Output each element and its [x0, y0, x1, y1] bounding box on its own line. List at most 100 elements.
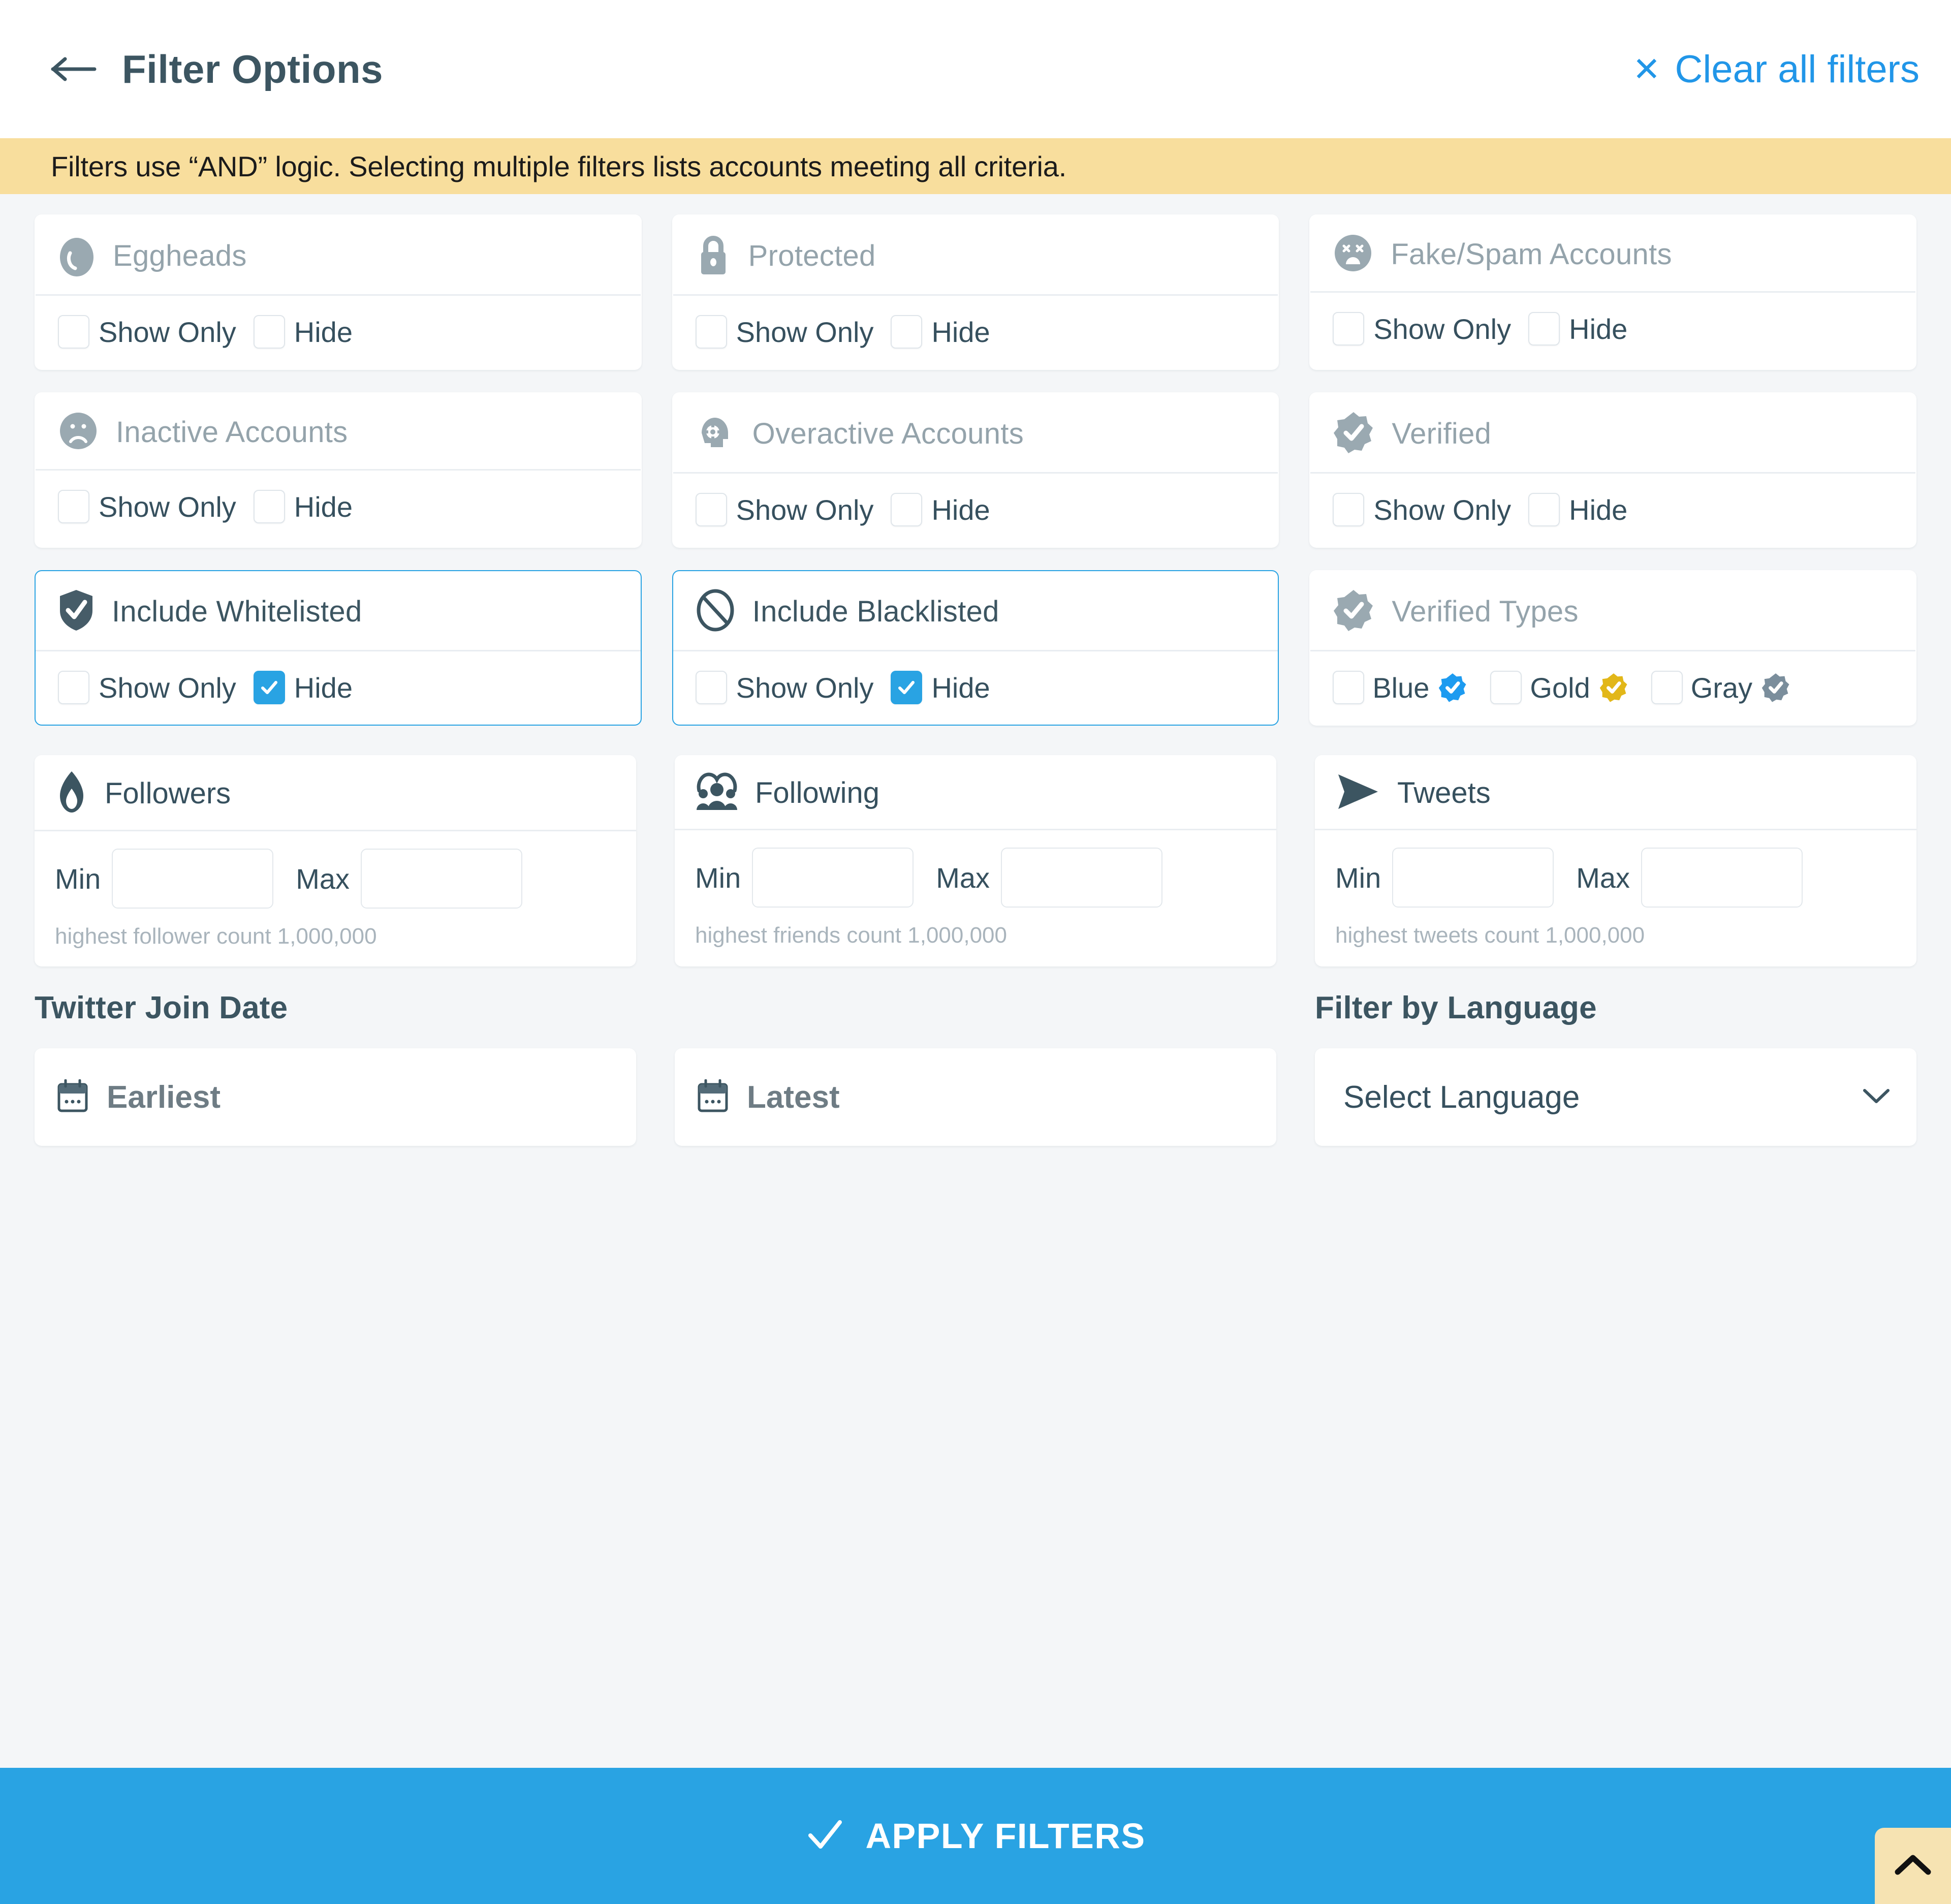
filter-card-title: Include Whitelisted — [112, 595, 362, 629]
clear-all-filters-button[interactable]: ✕ Clear all filters — [1632, 47, 1919, 91]
tweets-max-input[interactable] — [1641, 848, 1803, 908]
hide-group[interactable]: Hide — [254, 315, 353, 349]
language-select[interactable]: Select Language — [1315, 1048, 1916, 1146]
show-only-group[interactable]: Show Only — [696, 315, 874, 349]
apply-filters-button[interactable]: APPLY FILTERS — [0, 1768, 1951, 1904]
count-card-body: Min Max — [675, 830, 1276, 911]
followers-hint: highest follower count 1,000,000 — [35, 912, 636, 966]
calendar-icon — [697, 1079, 729, 1115]
verified-type-blue-group[interactable]: Blue — [1333, 671, 1468, 704]
hide-checkbox[interactable] — [1528, 312, 1560, 346]
hide-checkbox[interactable] — [891, 493, 922, 526]
show-only-group[interactable]: Show Only — [696, 671, 874, 704]
hide-checkbox[interactable] — [254, 490, 285, 523]
close-x-icon: ✕ — [1632, 52, 1660, 86]
min-label: Min — [55, 862, 101, 895]
filter-card-title: Verified — [1392, 417, 1491, 451]
hide-label: Hide — [931, 316, 990, 349]
filter-card-verified[interactable]: Verified Show Only Hide — [1309, 392, 1916, 548]
apply-filters-label: APPLY FILTERS — [865, 1816, 1145, 1856]
filter-by-language-label: Filter by Language — [1315, 990, 1916, 1026]
filter-card-include-blacklisted[interactable]: Include Blacklisted Show Only Hide — [672, 570, 1279, 726]
show-only-group[interactable]: Show Only — [58, 315, 236, 349]
verified-type-gray-checkbox[interactable] — [1651, 671, 1683, 704]
hide-group[interactable]: Hide — [891, 315, 990, 349]
hide-group[interactable]: Hide — [1528, 493, 1627, 526]
filter-card-body: Show Only Hide — [673, 474, 1278, 547]
filter-card-header: Fake/Spam Accounts — [1310, 215, 1915, 293]
language-select-value: Select Language — [1343, 1079, 1580, 1115]
show-only-label: Show Only — [99, 316, 236, 349]
scroll-to-top-button[interactable] — [1875, 1828, 1951, 1904]
filter-card-title: Overactive Accounts — [752, 417, 1024, 451]
verified-type-blue-checkbox[interactable] — [1333, 671, 1364, 704]
verified-type-gold-checkbox[interactable] — [1490, 671, 1522, 704]
hide-group[interactable]: Hide — [1528, 312, 1627, 346]
hide-group[interactable]: Hide — [891, 671, 990, 704]
earliest-label: Earliest — [107, 1079, 221, 1115]
show-only-group[interactable]: Show Only — [58, 671, 236, 704]
show-only-checkbox[interactable] — [58, 315, 89, 349]
back-arrow-icon[interactable] — [51, 55, 98, 83]
calendar-icon — [57, 1079, 88, 1115]
verified-badge-gold-icon — [1598, 672, 1629, 703]
filter-card-fake-spam-accounts[interactable]: Fake/Spam Accounts Show Only Hide — [1309, 214, 1916, 370]
following-max-input[interactable] — [1001, 848, 1162, 908]
dead-face-icon — [1333, 233, 1373, 276]
filter-card-inactive-accounts[interactable]: Inactive Accounts Show Only Hide — [35, 392, 642, 548]
filter-card-eggheads[interactable]: Eggheads Show Only Hide — [35, 214, 642, 370]
latest-date-picker[interactable]: Latest — [675, 1048, 1276, 1146]
show-only-group[interactable]: Show Only — [1333, 493, 1511, 526]
filter-card-title: Fake/Spam Accounts — [1391, 237, 1672, 271]
show-only-checkbox[interactable] — [1333, 312, 1364, 346]
show-only-group[interactable]: Show Only — [58, 490, 236, 523]
followers-max-input[interactable] — [361, 849, 522, 909]
following-hint: highest friends count 1,000,000 — [675, 911, 1276, 965]
filter-card-protected[interactable]: Protected Show Only Hide — [672, 214, 1279, 370]
show-only-checkbox[interactable] — [1333, 493, 1364, 526]
head-gear-icon — [696, 411, 735, 457]
hide-checkbox[interactable] — [1528, 493, 1560, 526]
show-only-checkbox[interactable] — [58, 490, 89, 523]
filter-card-body: Blue Gold — [1310, 651, 1915, 725]
show-only-label: Show Only — [99, 671, 236, 704]
filter-card-header: Overactive Accounts — [673, 393, 1278, 474]
twitter-join-date-label: Twitter Join Date — [35, 990, 636, 1026]
hide-label: Hide — [931, 671, 990, 704]
filter-card-overactive-accounts[interactable]: Overactive Accounts Show Only Hide — [672, 392, 1279, 548]
hide-group[interactable]: Hide — [891, 493, 990, 526]
max-label: Max — [936, 861, 990, 894]
filter-card-verified-types[interactable]: Verified Types Blue — [1309, 570, 1916, 726]
filter-cards-grid: Eggheads Show Only Hide — [35, 214, 1916, 726]
filter-card-header: Eggheads — [36, 215, 641, 296]
hide-checkbox[interactable] — [254, 315, 285, 349]
show-only-group[interactable]: Show Only — [696, 493, 874, 526]
min-group: Min — [55, 849, 273, 909]
show-only-label: Show Only — [736, 671, 874, 704]
filter-card-include-whitelisted[interactable]: Include Whitelisted Show Only Hide — [35, 570, 642, 726]
earliest-date-picker[interactable]: Earliest — [35, 1048, 636, 1146]
count-card-body: Min Max — [35, 831, 636, 912]
show-only-label: Show Only — [736, 316, 874, 349]
hide-checkbox[interactable] — [891, 315, 922, 349]
hide-group[interactable]: Hide — [254, 671, 353, 704]
tweets-min-input[interactable] — [1392, 848, 1554, 908]
count-card-followers: Followers Min Max highest follower count… — [35, 755, 636, 966]
show-only-group[interactable]: Show Only — [1333, 312, 1511, 346]
show-only-checkbox[interactable] — [696, 315, 727, 349]
verified-type-gray-group[interactable]: Gray — [1651, 671, 1791, 704]
count-card-header: Followers — [35, 755, 636, 831]
max-label: Max — [1576, 861, 1630, 894]
filter-card-body: Show Only Hide — [36, 296, 641, 369]
show-only-checkbox[interactable] — [58, 671, 89, 704]
verified-type-gold-group[interactable]: Gold — [1490, 671, 1628, 704]
show-only-checkbox[interactable] — [696, 493, 727, 526]
block-circle-icon — [696, 588, 735, 635]
info-banner-text: Filters use “AND” logic. Selecting multi… — [51, 150, 1066, 183]
followers-min-input[interactable] — [112, 849, 273, 909]
hide-checkbox[interactable] — [891, 671, 922, 704]
following-min-input[interactable] — [752, 848, 914, 908]
show-only-checkbox[interactable] — [696, 671, 727, 704]
hide-group[interactable]: Hide — [254, 490, 353, 523]
hide-checkbox[interactable] — [254, 671, 285, 704]
